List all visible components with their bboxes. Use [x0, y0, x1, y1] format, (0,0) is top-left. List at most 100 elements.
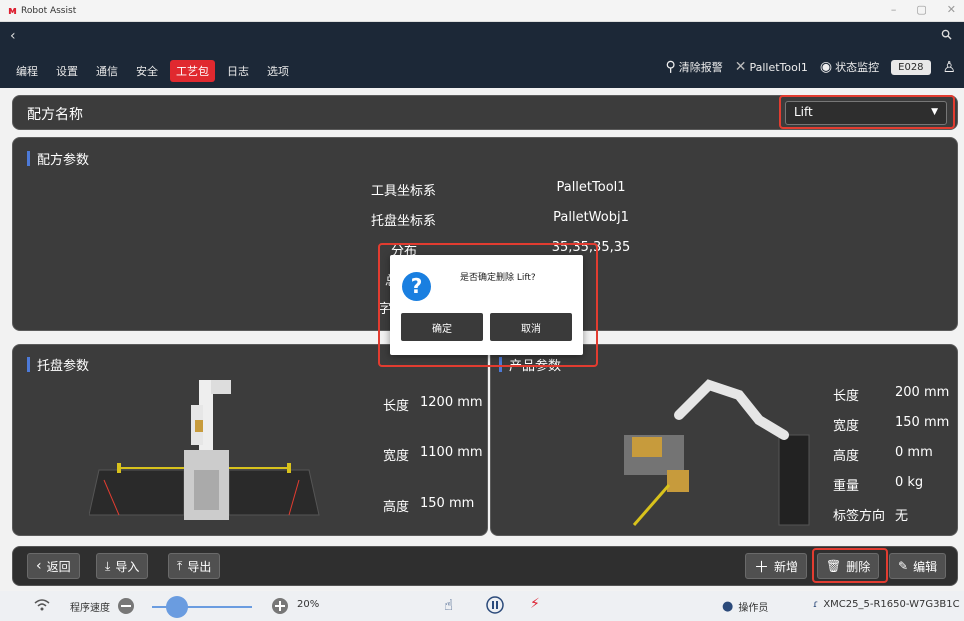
clear-alarm-label: 清除报警 — [678, 61, 723, 74]
export-button[interactable]: ⤒ 导出 — [168, 553, 221, 579]
clear-alarm-button[interactable]: ⚲ 清除报警 — [665, 59, 722, 75]
eye-icon: ◉ — [819, 59, 833, 75]
product-key: 重量 — [833, 479, 860, 494]
speed-increase-button[interactable] — [271, 597, 289, 615]
param-row: 托盘坐标系 PalletWobj1 — [371, 210, 671, 229]
import-label: 导入 — [115, 559, 140, 574]
product-robot-illustration — [624, 379, 810, 526]
status-bar: 程序速度 20% ☝ ⚡ ● 操作员 ɾ XMC25_5-R1650-W7G3B… — [0, 591, 964, 621]
recipe-params-title-text: 配方参数 — [37, 153, 90, 168]
product-row: 宽度 150 mm — [833, 415, 949, 434]
product-value: 200 mm — [895, 385, 950, 400]
param-row: 工具坐标系 PalletTool1 — [371, 180, 671, 199]
tool-wrench-icon: ✕ — [734, 59, 747, 75]
menu-item-communication[interactable]: 通信 — [90, 60, 124, 82]
tool-selector[interactable]: ✕ PalletTool1 — [735, 59, 808, 75]
export-label: 导出 — [187, 559, 212, 574]
menu-item-process-package[interactable]: 工艺包 — [170, 60, 215, 82]
product-value: 150 mm — [895, 415, 950, 430]
app-header: ‹ 编程 设置 通信 安全 工艺包 日志 选项 ⚲ 清除报警 ✕ PalletT… — [0, 22, 964, 88]
param-value: PalletWobj1 — [553, 210, 629, 225]
add-label: 新增 — [774, 559, 799, 574]
product-key: 长度 — [833, 389, 860, 404]
main-menu: 编程 设置 通信 安全 工艺包 日志 选项 — [10, 60, 295, 82]
back-label: 返回 — [46, 559, 71, 574]
product-key: 标签方向 — [833, 509, 886, 524]
pallet-length-key: 长度 — [383, 399, 410, 414]
highlight-recipe-select — [779, 95, 955, 129]
robot-icon: ɾ — [813, 599, 819, 610]
search-icon[interactable] — [941, 29, 952, 43]
menu-item-program[interactable]: 编程 — [10, 60, 44, 82]
product-row: 标签方向 无 — [833, 505, 908, 524]
product-key: 高度 — [833, 449, 860, 464]
product-row: 长度 200 mm — [833, 385, 949, 404]
plus-icon: ＋ — [754, 557, 770, 576]
error-code-badge[interactable]: E028 — [891, 59, 931, 75]
pallet-height-key: 高度 — [383, 500, 410, 515]
edit-label: 编辑 — [913, 559, 938, 574]
menu-item-log[interactable]: 日志 — [221, 60, 255, 82]
pallet-width-row: 宽度 1100 mm — [383, 445, 483, 464]
window-title: Robot Assist — [21, 5, 77, 16]
pallet-width-key: 宽度 — [383, 449, 410, 464]
highlight-delete-button — [812, 548, 888, 583]
tool-label: PalletTool1 — [749, 60, 808, 74]
param-key: 托盘坐标系 — [371, 214, 437, 229]
minimize-button[interactable]: – — [891, 3, 897, 16]
pallet-width-value: 1100 mm — [420, 445, 483, 460]
chevron-left-icon: ‹ — [36, 558, 42, 574]
status-monitor-button[interactable]: ◉ 状态监控 — [820, 59, 879, 75]
product-row: 重量 0 kg — [833, 475, 923, 494]
wifi-icon — [34, 599, 50, 611]
param-key: 工具坐标系 — [371, 184, 437, 199]
user-icon: ● — [722, 599, 734, 614]
hand-pointer-icon[interactable]: ☝ — [444, 596, 453, 614]
product-value: 0 kg — [895, 475, 924, 490]
pallet-params-title-text: 托盘参数 — [37, 359, 90, 374]
param-value: PalletTool1 — [556, 180, 626, 195]
status-monitor-label: 状态监控 — [835, 61, 880, 74]
pallet-params-title: 托盘参数 — [27, 355, 89, 374]
pallet-height-value: 150 mm — [420, 496, 475, 511]
user-indicator[interactable]: ● 操作员 — [722, 599, 768, 614]
product-value: 0 mm — [895, 445, 933, 460]
edit-button[interactable]: ✎ 编辑 — [889, 553, 947, 579]
controller-label: XMC25_5-R1650-W7G3B1C — [823, 599, 960, 610]
product-value: 无 — [895, 509, 909, 524]
recipe-name-label: 配方名称 — [27, 107, 83, 123]
download-icon: ⤓ — [105, 558, 111, 573]
back-button[interactable]: ‹ 返回 — [27, 553, 80, 579]
window-titlebar: ᴍ Robot Assist – ▢ ✕ — [0, 0, 964, 22]
recipe-params-title: 配方参数 — [27, 149, 89, 168]
highlight-dialog — [378, 243, 598, 367]
import-button[interactable]: ⤓ 导入 — [96, 553, 149, 579]
add-button[interactable]: ＋ 新增 — [745, 553, 808, 579]
app-logo-icon: ᴍ — [8, 4, 17, 17]
pause-button[interactable] — [486, 596, 504, 614]
pallet-params-panel: 托盘参数 长度 1200 mm 宽度 1100 mm 高度 150 mm — [12, 344, 488, 536]
speed-decrease-button[interactable] — [117, 597, 135, 615]
alarm-clear-icon: ⚲ — [665, 59, 676, 75]
user-label: 操作员 — [738, 603, 769, 614]
program-speed-label: 程序速度 — [70, 603, 110, 614]
robot-arm-icon[interactable]: ♙ — [943, 58, 956, 76]
maximize-button[interactable]: ▢ — [916, 3, 926, 16]
pallet-height-row: 高度 150 mm — [383, 496, 474, 515]
pallet-length-row: 长度 1200 mm — [383, 395, 483, 414]
product-row: 高度 0 mm — [833, 445, 933, 464]
back-arrow-icon[interactable]: ‹ — [10, 28, 16, 44]
menu-item-options[interactable]: 选项 — [261, 60, 295, 82]
speed-slider-handle[interactable] — [166, 596, 188, 618]
pallet-length-value: 1200 mm — [420, 395, 483, 410]
product-params-panel: 产品参数 长度 200 mm 宽度 150 mm 高度 0 mm 重量 0 kg… — [490, 344, 958, 536]
emergency-stop-icon[interactable]: ⚡ — [530, 596, 540, 612]
menu-item-safety[interactable]: 安全 — [130, 60, 164, 82]
product-key: 宽度 — [833, 419, 860, 434]
pencil-icon: ✎ — [898, 559, 909, 573]
close-button[interactable]: ✕ — [947, 3, 956, 16]
upload-icon: ⤒ — [177, 558, 183, 573]
pallet-robot-illustration — [89, 380, 320, 520]
menu-item-settings[interactable]: 设置 — [50, 60, 84, 82]
speed-value: 20% — [297, 599, 320, 610]
